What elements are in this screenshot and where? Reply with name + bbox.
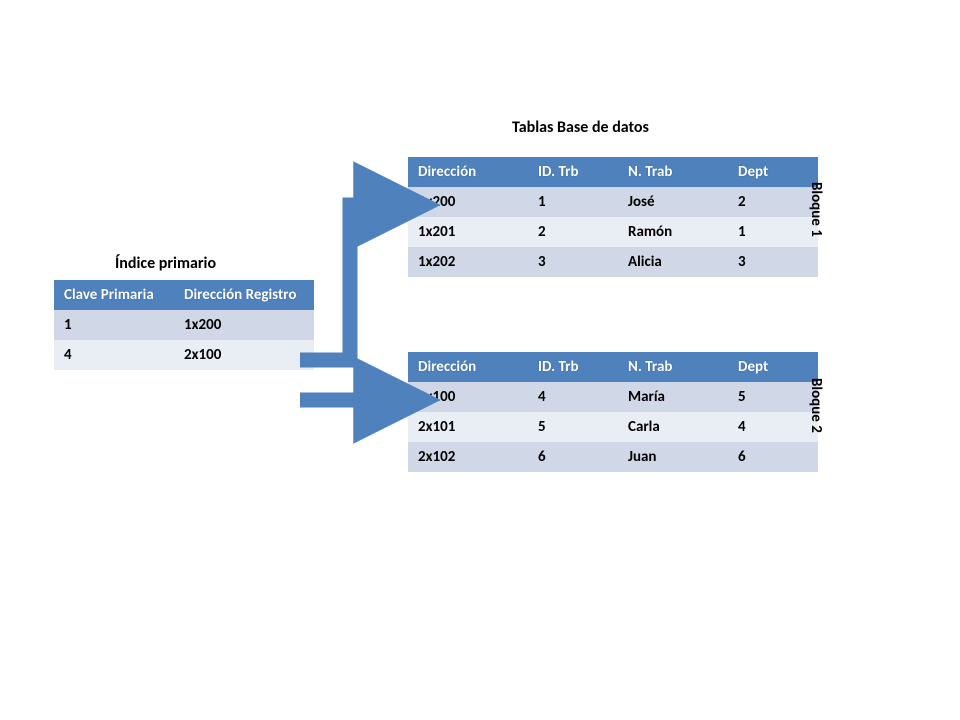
cell-id: 1 [528,187,618,217]
col-direccion: Dirección [408,157,528,187]
table-row: 4 2x100 [54,340,314,370]
block2-label: Bloque 2 [807,378,825,433]
cell-dir: 1x202 [408,247,528,277]
col-id-trb: ID. Trb [528,352,618,382]
cell-name: María [618,382,728,412]
cell-dept: 4 [728,412,818,442]
cell-dir: 1x201 [408,217,528,247]
block1-table: Dirección ID. Trb N. Trab Dept 1x200 1 J… [408,157,818,277]
table-row: 2x101 5 Carla 4 [408,412,818,442]
block1-header-row: Dirección ID. Trb N. Trab Dept [408,157,818,187]
table-row: 2x102 6 Juan 6 [408,442,818,472]
cell-dir: 2x102 [408,442,528,472]
col-dept: Dept [728,352,818,382]
cell-dept: 2 [728,187,818,217]
index-cell-dir: 2x100 [174,340,314,370]
index-table: Clave Primaria Dirección Registro 1 1x20… [54,280,314,370]
cell-dept: 5 [728,382,818,412]
cell-id: 4 [528,382,618,412]
col-dept: Dept [728,157,818,187]
table-row: 1x200 1 José 2 [408,187,818,217]
table-row: 1x202 3 Alicia 3 [408,247,818,277]
cell-name: Juan [618,442,728,472]
cell-dir: 2x100 [408,382,528,412]
cell-dir: 2x101 [408,412,528,442]
col-id-trb: ID. Trb [528,157,618,187]
cell-name: Carla [618,412,728,442]
cell-id: 2 [528,217,618,247]
arrow-icon [300,205,397,360]
col-n-trab: N. Trab [618,352,728,382]
table-row: 1 1x200 [54,310,314,340]
table-row: 1x201 2 Ramón 1 [408,217,818,247]
block2-header-row: Dirección ID. Trb N. Trab Dept [408,352,818,382]
cell-name: Alicia [618,247,728,277]
cell-dept: 6 [728,442,818,472]
index-cell-dir: 1x200 [174,310,314,340]
cell-dept: 1 [728,217,818,247]
index-header-clave: Clave Primaria [54,280,174,310]
block1-label: Bloque 1 [807,182,825,237]
cell-dir: 1x200 [408,187,528,217]
indice-title: Índice primario [115,254,216,273]
tablas-title: Tablas Base de datos [512,118,649,137]
cell-id: 3 [528,247,618,277]
col-direccion: Dirección [408,352,528,382]
block2-table: Dirección ID. Trb N. Trab Dept 2x100 4 M… [408,352,818,472]
cell-dept: 3 [728,247,818,277]
cell-id: 6 [528,442,618,472]
cell-id: 5 [528,412,618,442]
cell-name: José [618,187,728,217]
index-header-row: Clave Primaria Dirección Registro [54,280,314,310]
col-n-trab: N. Trab [618,157,728,187]
table-row: 2x100 4 María 5 [408,382,818,412]
index-header-dir: Dirección Registro [174,280,314,310]
index-cell-clave: 4 [54,340,174,370]
cell-name: Ramón [618,217,728,247]
index-cell-clave: 1 [54,310,174,340]
